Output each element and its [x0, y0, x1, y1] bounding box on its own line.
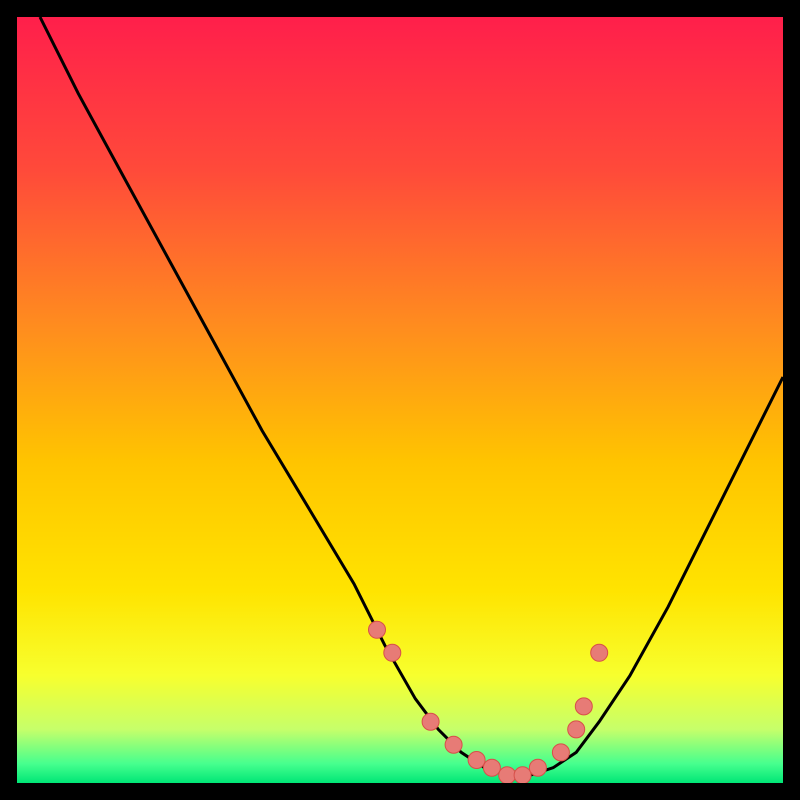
- highlight-dot: [591, 644, 608, 661]
- highlight-dot: [499, 767, 516, 783]
- highlight-dot: [568, 721, 585, 738]
- chart-frame: TheBottleneck.com: [17, 17, 783, 783]
- highlight-dot: [422, 713, 439, 730]
- chart-svg: [17, 17, 783, 783]
- highlight-dot: [529, 759, 546, 776]
- highlight-dot: [483, 759, 500, 776]
- highlight-dot: [445, 736, 462, 753]
- highlight-dot: [369, 621, 386, 638]
- gradient-background: [17, 17, 783, 783]
- highlight-dot: [468, 752, 485, 769]
- highlight-dot: [384, 644, 401, 661]
- highlight-dot: [575, 698, 592, 715]
- highlight-dot: [552, 744, 569, 761]
- highlight-dot: [514, 767, 531, 783]
